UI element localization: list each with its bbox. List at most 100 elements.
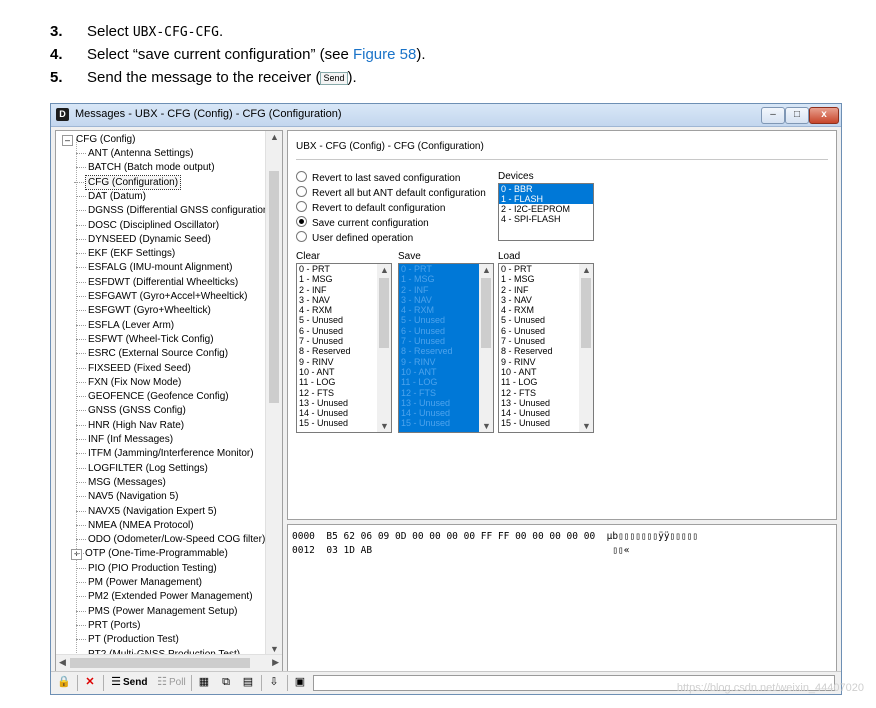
close-button[interactable]: x <box>809 107 839 124</box>
save-mask-list[interactable]: 0 - PRT 1 - MSG 2 - INF 3 - NAV 4 - RXM 5 - U… <box>398 263 494 433</box>
tree-vertical-scrollbar[interactable]: ▲ ▼ <box>265 131 282 655</box>
step-4: 4. Select “save current configuration” (… <box>50 45 850 68</box>
scroll-up-icon[interactable]: ▲ <box>380 265 389 275</box>
list-scrollbar[interactable]: ▲ ▼ <box>479 264 493 432</box>
tree-item[interactable]: ESFGWT (Gyro+Wheeltick) <box>76 304 211 317</box>
tree-item[interactable]: DYNSEED (Dynamic Seed) <box>76 233 211 246</box>
tree-item[interactable]: ESFALG (IMU-mount Alignment) <box>76 261 233 274</box>
radio-icon[interactable] <box>296 171 307 182</box>
radio-icon[interactable] <box>296 186 307 197</box>
tree-item[interactable]: NAVX5 (Navigation Expert 5) <box>76 505 217 518</box>
list-scrollbar[interactable]: ▲ ▼ <box>377 264 391 432</box>
tree-item[interactable]: ITFM (Jamming/Interference Monitor) <box>76 447 254 460</box>
tree-item[interactable]: GNSS (GNSS Config) <box>76 404 186 417</box>
autosend-icon[interactable]: ⇩ <box>267 675 281 689</box>
device-flash[interactable]: 1 - FLASH <box>499 194 593 204</box>
send-icon: Send <box>320 72 348 85</box>
devices-list[interactable]: 0 - BBR 1 - FLASH 2 - I2C-EEPROM 4 - SPI… <box>498 183 594 241</box>
step-text-post: ). <box>347 69 357 86</box>
scroll-down-icon[interactable]: ▼ <box>482 421 491 431</box>
tree-item[interactable]: INF (Inf Messages) <box>75 433 173 446</box>
scroll-down-icon[interactable]: ▼ <box>270 644 279 654</box>
copy-icon[interactable]: ⧉ <box>219 675 233 689</box>
tree-item[interactable]: ODO (Odometer/Low-Speed COG filter) <box>75 533 265 546</box>
tree-item[interactable]: ESFDWT (Differential Wheelticks) <box>75 276 239 289</box>
tree-item[interactable]: MSG (Messages) <box>76 476 166 489</box>
tree-item[interactable]: LOGFILTER (Log Settings) <box>76 462 208 475</box>
tree-item[interactable]: PM2 (Extended Power Management) <box>76 590 253 603</box>
tree-item[interactable]: FIXSEED (Fixed Seed) <box>76 362 191 375</box>
scroll-left-icon[interactable]: ◀ <box>59 657 66 668</box>
tree-node-cfg[interactable]: – CFG (Config) <box>62 133 135 146</box>
scroll-thumb[interactable] <box>581 278 591 348</box>
tree-item[interactable]: ANT (Antenna Settings) <box>75 147 193 160</box>
option-label: User defined operation <box>312 233 414 244</box>
tree-item[interactable]: DAT (Datum) <box>76 190 146 203</box>
tree-item[interactable]: PT (Production Test) <box>76 633 179 646</box>
scroll-up-icon[interactable]: ▲ <box>270 132 279 142</box>
lock-icon[interactable]: 🔒 <box>57 675 71 689</box>
tree-item-label: ESFDWT (Differential Wheelticks) <box>88 276 239 288</box>
send-button[interactable]: ☰ Send <box>109 675 147 689</box>
title-bar[interactable]: D Messages - UBX - CFG (Config) - CFG (C… <box>51 104 841 127</box>
tree-item[interactable]: GEOFENCE (Geofence Config) <box>76 390 229 403</box>
radio-icon[interactable] <box>296 201 307 212</box>
grid-icon[interactable]: ▤ <box>241 675 255 689</box>
tree-item[interactable]: NMEA (NMEA Protocol) <box>76 519 194 532</box>
tree-item[interactable]: + OTP (One-Time-Programmable) <box>71 547 228 561</box>
tree-item[interactable]: PMS (Power Management Setup) <box>76 605 238 618</box>
device-i2c-eeprom[interactable]: 2 - I2C-EEPROM <box>499 204 593 214</box>
scroll-down-icon[interactable]: ▼ <box>380 421 389 431</box>
scroll-thumb[interactable] <box>269 171 279 403</box>
tree-item[interactable]: ESFGAWT (Gyro+Accel+Wheeltick) <box>75 290 248 303</box>
scroll-thumb[interactable] <box>481 278 491 348</box>
option-user-defined[interactable]: User defined operation <box>296 231 413 244</box>
option-revert-saved[interactable]: Revert to last saved configuration <box>296 171 460 184</box>
scroll-right-icon[interactable]: ▶ <box>272 657 279 668</box>
minimize-button[interactable]: – <box>761 107 785 124</box>
tree-item[interactable]: HNR (High Nav Rate) <box>75 419 184 432</box>
tree-item[interactable]: DOSC (Disciplined Oscillator) <box>75 219 219 232</box>
maximize-button[interactable]: □ <box>785 107 809 124</box>
tree-item[interactable]: PRT (Ports) <box>75 619 140 632</box>
tree-item[interactable]: ESRC (External Source Config) <box>75 347 228 360</box>
packet-icon[interactable]: ▦ <box>197 675 211 689</box>
tree-item[interactable]: CFG (Configuration) <box>73 174 182 190</box>
tree-item[interactable]: DGNSS (Differential GNSS configuration) <box>76 204 272 217</box>
tree-item[interactable]: ESFWT (Wheel-Tick Config) <box>76 333 214 346</box>
hex-dump-panel[interactable]: 0000 B5 62 06 09 0D 00 00 00 00 FF FF 00… <box>287 524 837 672</box>
poll-button[interactable]: ☷ Poll <box>155 675 186 689</box>
expand-icon[interactable]: + <box>71 549 82 561</box>
scroll-down-icon[interactable]: ▼ <box>582 421 591 431</box>
tree-item[interactable]: BATCH (Batch mode output) <box>76 161 215 174</box>
instruction-steps: 3. Select UBX-CFG-CFG. 4. Select “save c… <box>50 22 850 91</box>
option-revert-default[interactable]: Revert to default configuration <box>296 201 445 214</box>
load-mask-list[interactable]: 0 - PRT 1 - MSG 2 - INF 3 - NAV 4 - RXM 5 - U… <box>498 263 594 433</box>
tree-item[interactable]: FXN (Fix Now Mode) <box>75 376 181 389</box>
scroll-up-icon[interactable]: ▲ <box>482 265 491 275</box>
device-bbr[interactable]: 0 - BBR <box>499 184 593 194</box>
tree-item[interactable]: ESFLA (Lever Arm) <box>75 319 174 332</box>
radio-selected-icon[interactable] <box>296 216 307 227</box>
option-revert-all-but-ant[interactable]: Revert all but ANT default configuration <box>296 186 486 199</box>
list-scrollbar[interactable]: ▲ ▼ <box>579 264 593 432</box>
scroll-thumb[interactable] <box>379 278 389 348</box>
option-save-current[interactable]: Save current configuration <box>296 216 429 229</box>
delete-icon[interactable]: ✕ <box>83 675 97 689</box>
tree-horizontal-scrollbar[interactable]: ◀ ▶ <box>56 654 282 671</box>
scroll-up-icon[interactable]: ▲ <box>582 265 591 275</box>
tree-item[interactable]: NAV5 (Navigation 5) <box>75 490 178 503</box>
step-text-pre: Select <box>87 23 133 40</box>
tree-item[interactable]: EKF (EKF Settings) <box>75 247 175 260</box>
send-icon: ☰ <box>111 676 121 688</box>
tree-item[interactable]: PIO (PIO Production Testing) <box>76 562 217 575</box>
collapse-icon[interactable]: – <box>62 135 73 146</box>
scroll-thumb[interactable] <box>70 658 250 668</box>
device-spi-flash[interactable]: 4 - SPI-FLASH <box>499 214 593 224</box>
monitor-icon[interactable]: ▣ <box>293 675 307 689</box>
clear-mask-list[interactable]: 0 - PRT 1 - MSG 2 - INF 3 - NAV 4 - RXM 5 - U… <box>296 263 392 433</box>
radio-icon[interactable] <box>296 231 307 242</box>
figure-link[interactable]: Figure 58 <box>353 46 416 63</box>
tree-item[interactable]: PM (Power Management) <box>76 576 202 589</box>
tree-item-label: ESFGAWT (Gyro+Accel+Wheeltick) <box>88 291 248 302</box>
